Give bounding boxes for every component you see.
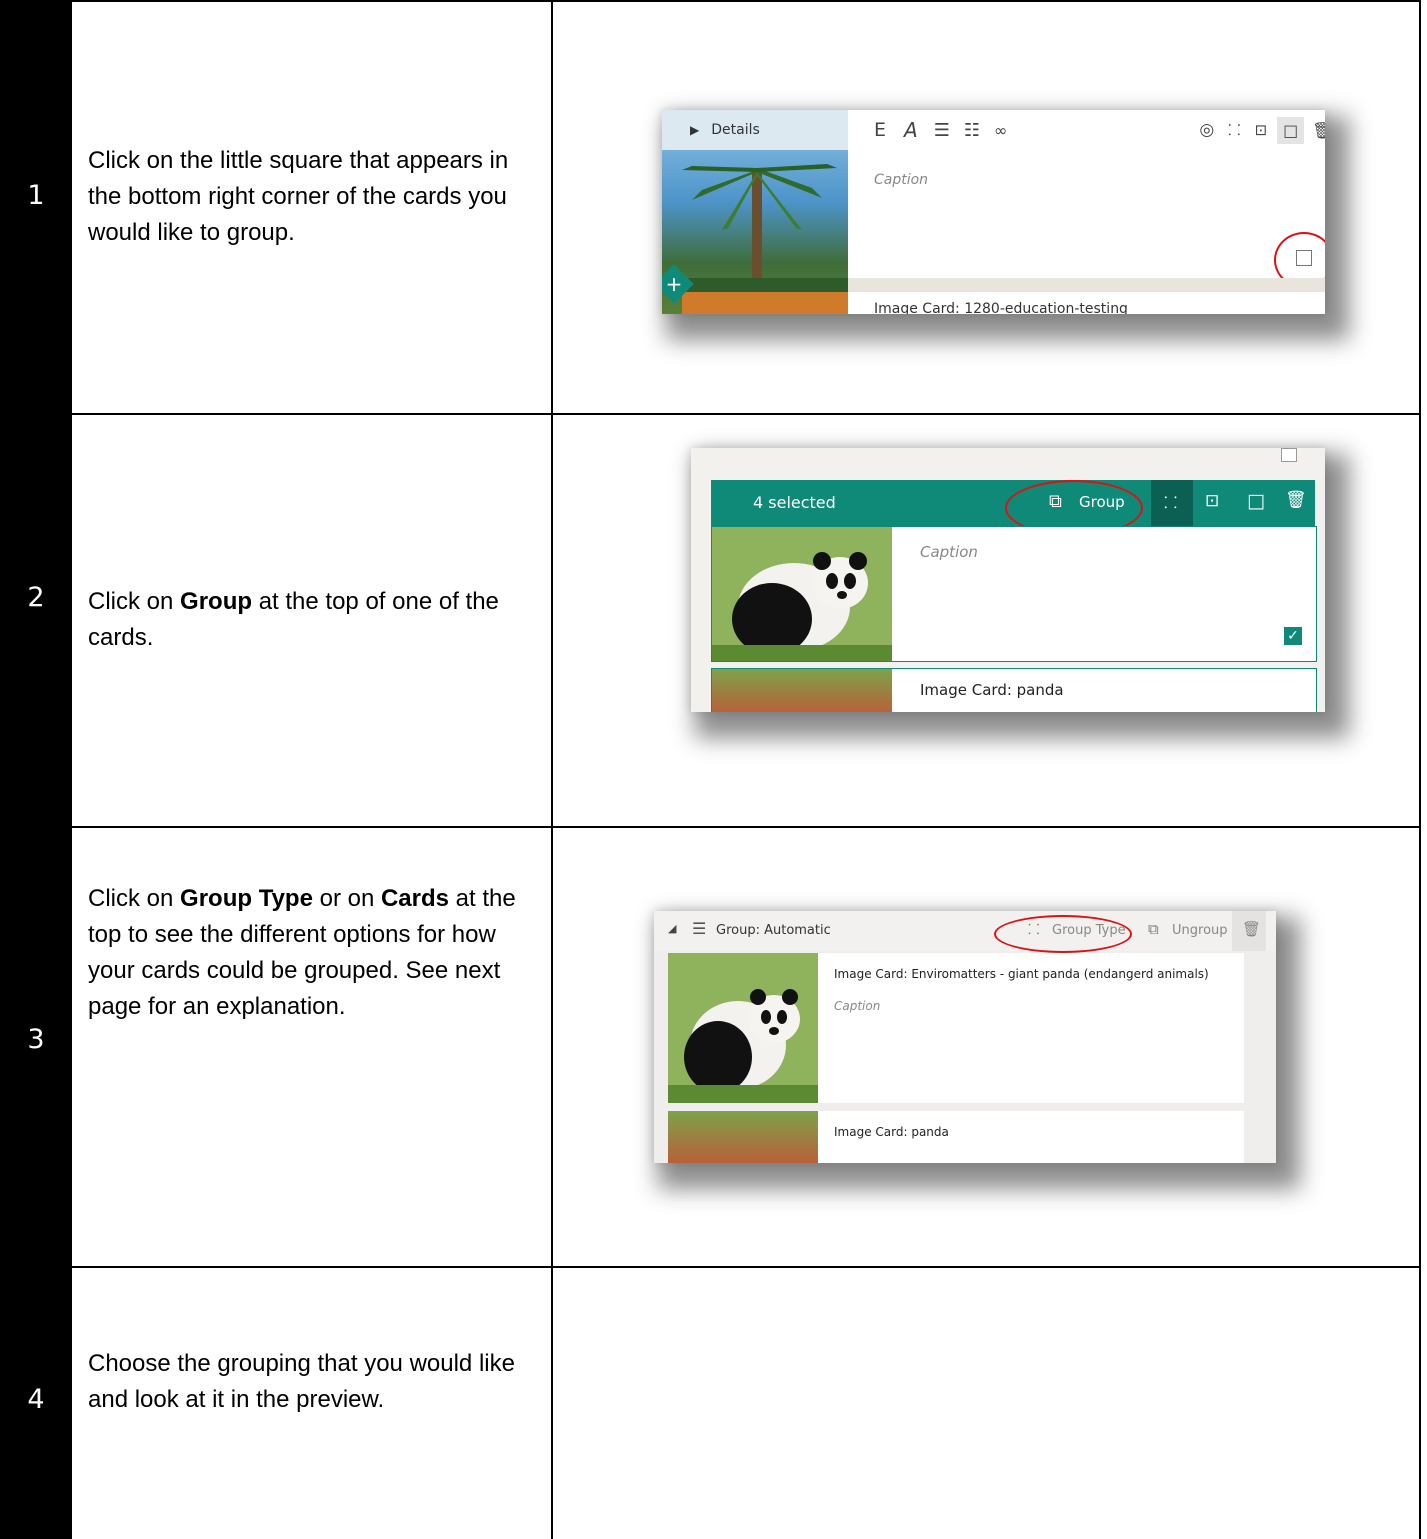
table-border-right [1419, 0, 1421, 1539]
size-medium-icon[interactable]: ⊡ [1255, 121, 1268, 139]
table-column-divider [551, 0, 553, 1539]
steps-table: 1 Click on the little square that appear… [0, 0, 1427, 1539]
instruction-bold: Cards [380, 885, 449, 912]
panda-image [668, 953, 818, 1103]
step-instruction: Choose the grouping that you would like … [88, 1346, 538, 1418]
panda-image [712, 527, 892, 661]
step-number: 2 [27, 582, 45, 613]
table-border-top [72, 0, 1421, 2]
screenshot-selection: 4 selected ⧉ Group ⸬ ⊡ □ 🗑 Caption ✓ Ima… [691, 448, 1325, 712]
checked-checkbox[interactable]: ✓ [1284, 627, 1302, 645]
instruction-text: Click on [88, 885, 181, 912]
row-divider-1 [72, 413, 1421, 415]
screenshot-card-editor: ▶ Details + E A ☰ ☷ ∞ ◎ ⸬ ⊡ □ 🗑 Caption [662, 110, 1325, 314]
group-header-bar: ◢ ☰ Group: Automatic ⸬ Group Type ⧉ Ungr… [654, 911, 1276, 951]
format-toolbar: E A ☰ ☷ ∞ ◎ ⸬ ⊡ □ 🗑 [848, 110, 1325, 151]
number-column [0, 0, 72, 1539]
next-card: Image Card: panda [668, 1111, 1244, 1163]
italic-icon[interactable]: A [904, 118, 918, 142]
panda-graphic [712, 527, 892, 661]
ungroup-button[interactable]: Ungroup [1172, 923, 1228, 938]
size-small-icon[interactable]: ⸬ [1228, 120, 1240, 140]
details-bar[interactable]: ▶ Details [662, 110, 848, 150]
group-layout-icon: ☰ [692, 919, 707, 938]
red-panda-image [712, 669, 892, 712]
top-checkbox [1281, 448, 1297, 462]
plus-icon: + [665, 272, 683, 296]
instruction-bold: Group Type [180, 885, 313, 912]
card-title: Image Card: Enviromatters - giant panda … [834, 967, 1209, 981]
instruction-text: or on [312, 885, 381, 912]
size-small-icon: ⸬ [1164, 493, 1178, 512]
next-card: Image Card: panda [711, 668, 1317, 712]
trash-icon[interactable]: 🗑 [1312, 121, 1325, 140]
expand-triangle-icon: ▶ [690, 123, 700, 137]
ungroup-icon: ⧉ [1148, 920, 1159, 938]
size-large-icon[interactable]: □ [1247, 490, 1265, 512]
panda-graphic [668, 953, 818, 1103]
emphasis-icon[interactable]: E [874, 119, 886, 141]
card-gap [848, 278, 1325, 292]
caption-placeholder: Caption [834, 999, 881, 1013]
image-settings-icon[interactable]: ◎ [1199, 120, 1214, 140]
row-divider-3 [72, 1266, 1421, 1268]
caption-placeholder: Caption [874, 172, 929, 188]
link-icon[interactable]: ∞ [994, 121, 1007, 140]
red-panda-image [668, 1111, 818, 1163]
instruction-bold: Group [180, 588, 253, 615]
next-card-label: Image Card: panda [834, 1125, 949, 1139]
step-number: 4 [27, 1384, 45, 1415]
step-number: 3 [27, 1024, 45, 1055]
selected-card: Caption ✓ [711, 526, 1317, 662]
trash-icon[interactable]: 🗑 [1285, 490, 1307, 510]
trash-button[interactable]: 🗑 [1232, 911, 1266, 951]
selected-count: 4 selected [753, 493, 836, 512]
highlight-circle [994, 915, 1132, 953]
next-card: Image Card: 1280-education-testing [848, 292, 1325, 314]
step-instruction: Click on Group at the top of one of the … [88, 584, 538, 656]
step-instruction: Click on Group Type or on Cards at the t… [88, 881, 538, 1025]
next-card-label: Image Card: 1280-education-testing [874, 301, 1128, 314]
details-label: Details [711, 122, 760, 138]
step-number: 1 [27, 180, 45, 211]
instruction-text: Choose the grouping that you would like … [88, 1350, 515, 1413]
size-large-icon[interactable]: □ [1277, 116, 1305, 144]
caption-area[interactable]: Caption [848, 150, 1325, 278]
next-card-label: Image Card: panda [920, 681, 1064, 699]
instruction-text: Click on the little square that appears … [88, 147, 509, 246]
group-label: Group: Automatic [716, 923, 831, 938]
size-medium-icon[interactable]: ⊡ [1205, 491, 1219, 511]
caption-placeholder: Caption [920, 543, 978, 561]
trash-icon: 🗑 [1242, 920, 1262, 938]
group-card: Image Card: Enviromatters - giant panda … [668, 953, 1244, 1103]
collapse-triangle-icon[interactable]: ◢ [668, 922, 676, 935]
bullet-list-icon[interactable]: ☰ [934, 120, 950, 141]
size-small-button[interactable]: ⸬ [1151, 480, 1193, 526]
step-instruction: Click on the little square that appears … [88, 143, 538, 251]
instruction-text: Click on [88, 588, 181, 615]
row-divider-2 [72, 826, 1421, 828]
numbered-list-icon[interactable]: ☷ [964, 120, 980, 141]
screenshot-group-header: ◢ ☰ Group: Automatic ⸬ Group Type ⧉ Ungr… [654, 911, 1276, 1163]
